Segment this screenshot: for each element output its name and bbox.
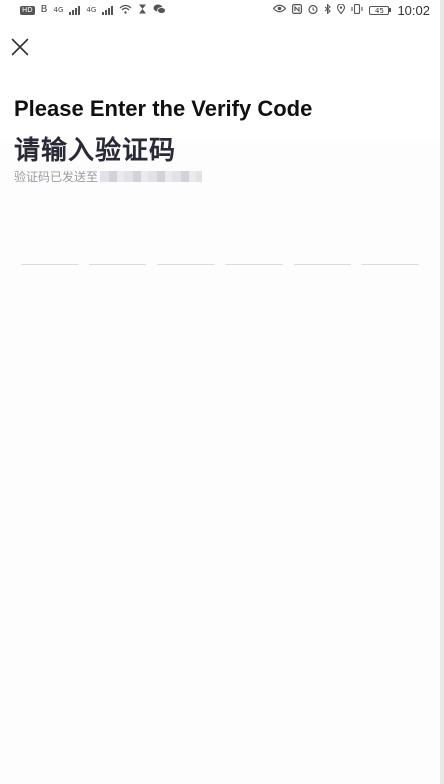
network-type-2: 4G bbox=[86, 6, 97, 14]
location-icon bbox=[337, 2, 346, 17]
status-bar: HD B 4G 4G 45 10:02 bbox=[0, 0, 440, 20]
hd-icon: HD bbox=[20, 5, 35, 15]
battery-icon: 45 bbox=[369, 5, 392, 15]
signal-icon-2 bbox=[102, 5, 114, 15]
page-title-cn: 请输入验证码 bbox=[14, 136, 177, 166]
wechat-icon bbox=[153, 4, 167, 17]
otp-digit-2[interactable] bbox=[89, 240, 147, 265]
vibrate-icon bbox=[351, 3, 364, 17]
alarm-icon bbox=[308, 4, 319, 17]
status-time: 10:02 bbox=[397, 2, 430, 18]
signal-icon bbox=[69, 5, 81, 15]
bluetooth-icon bbox=[324, 2, 332, 17]
screen-edge bbox=[440, 0, 444, 784]
close-button[interactable] bbox=[10, 37, 30, 57]
nfc-icon bbox=[292, 3, 303, 17]
otp-digit-1[interactable] bbox=[21, 240, 78, 265]
masked-phone-number bbox=[100, 171, 203, 182]
otp-digit-5[interactable] bbox=[293, 240, 351, 265]
network-type-1: 4G bbox=[53, 6, 64, 14]
otp-digit-6[interactable] bbox=[361, 240, 419, 265]
status-right: 45 10:02 bbox=[273, 3, 430, 18]
sim-label: B bbox=[40, 4, 48, 15]
verify-code-screen: HD B 4G 4G 45 10:02 Please Enter the Ver… bbox=[0, 0, 444, 784]
otp-digit-4[interactable] bbox=[225, 240, 283, 265]
close-icon bbox=[11, 38, 29, 56]
status-left: HD B 4G 4G bbox=[20, 4, 167, 17]
otp-input-row bbox=[21, 240, 419, 265]
eye-icon bbox=[273, 4, 287, 16]
header-area bbox=[0, 20, 440, 140]
page-title-en: Please Enter the Verify Code bbox=[14, 96, 313, 121]
otp-digit-3[interactable] bbox=[157, 240, 215, 265]
hourglass-icon bbox=[138, 4, 147, 17]
battery-level: 45 bbox=[369, 5, 390, 15]
code-sent-hint: 验证码已发送至 bbox=[14, 168, 203, 185]
sent-label: 验证码已发送至 bbox=[14, 170, 99, 184]
wifi-icon bbox=[119, 4, 132, 17]
